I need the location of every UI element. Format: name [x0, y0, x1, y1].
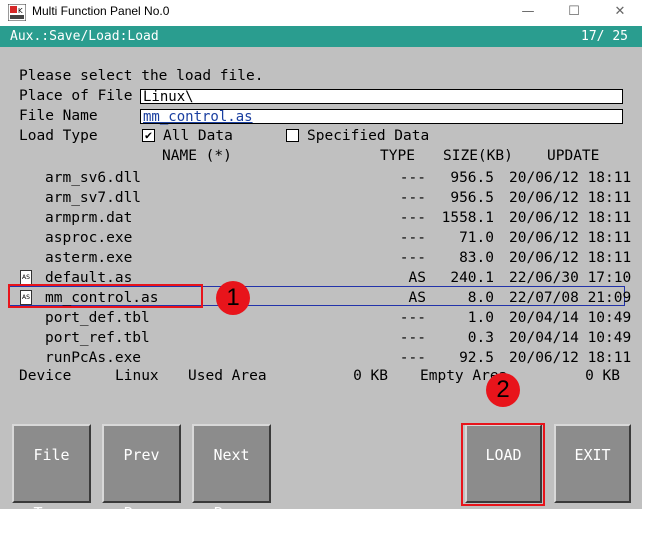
- file-row[interactable]: port_ref.tbl --- 0.3 20/04/14 10:49: [12, 328, 631, 348]
- file-size-cell: 8.0: [467, 290, 494, 306]
- file-type-cell: ---: [399, 250, 426, 266]
- device-value: Linux: [115, 368, 159, 384]
- all-data-label: All Data: [163, 128, 233, 144]
- file-update-cell: 20/04/14 10:49: [509, 330, 632, 346]
- svg-text:K: K: [18, 7, 23, 15]
- file-size-cell: 0.3: [467, 330, 494, 346]
- file-update-cell: 20/06/12 18:11: [509, 250, 632, 266]
- file-name-cell: port_def.tbl: [45, 310, 150, 326]
- file-update-cell: 22/07/08 21:09: [509, 290, 632, 306]
- step2-highlight-box: [461, 423, 545, 506]
- file-size-cell: 92.5: [459, 350, 494, 366]
- place-of-file-label: Place of File: [19, 88, 133, 104]
- file-type-button[interactable]: File Type: [12, 424, 91, 522]
- file-type-cell: ---: [399, 190, 426, 206]
- file-name-cell: arm_sv6.dll: [45, 170, 142, 186]
- file-update-cell: 20/06/12 18:11: [509, 230, 632, 246]
- minimize-button[interactable]: —: [505, 0, 551, 26]
- file-row[interactable]: arm_sv6.dll --- 956.5 20/06/12 18:11: [12, 168, 631, 188]
- file-size-cell: 956.5: [450, 170, 494, 186]
- maximize-button[interactable]: ☐: [551, 0, 597, 26]
- file-row[interactable]: asterm.exe --- 83.0 20/06/12 18:11: [12, 248, 631, 268]
- file-name-field[interactable]: mm_control.as: [140, 109, 623, 125]
- file-name-cell: asterm.exe: [45, 250, 133, 266]
- prompt-text: Please select the load file.: [19, 68, 264, 84]
- step1-badge: 1: [216, 281, 250, 315]
- all-data-checkbox[interactable]: ✔: [142, 129, 155, 142]
- file-size-cell: 71.0: [459, 230, 494, 246]
- menu-path: Aux.:Save/Load:Load: [10, 29, 159, 44]
- file-type-cell: ---: [399, 350, 426, 366]
- file-type-cell: AS: [408, 290, 426, 306]
- empty-area-value: 0 KB: [585, 368, 620, 384]
- status-bar: Aux.:Save/Load:Load 17/ 25: [0, 26, 642, 47]
- page-indicator: 17/ 25: [581, 29, 628, 44]
- column-header-update[interactable]: UPDATE: [547, 147, 599, 165]
- column-header-size[interactable]: SIZE(KB): [443, 147, 513, 165]
- title-bar: K Multi Function Panel No.0 — ☐ ✕: [0, 0, 646, 26]
- place-of-file-field[interactable]: Linux\: [140, 89, 623, 105]
- close-button[interactable]: ✕: [597, 0, 643, 26]
- file-size-cell: 1.0: [467, 310, 494, 326]
- file-update-cell: 20/06/12 18:11: [509, 210, 632, 226]
- used-area-value: 0 KB: [353, 368, 388, 384]
- file-update-cell: 20/06/12 18:11: [509, 350, 632, 366]
- file-type-cell: ---: [399, 210, 426, 226]
- step1-highlight-box: [8, 284, 203, 308]
- file-size-cell: 240.1: [450, 270, 494, 286]
- file-name-cell: port_ref.tbl: [45, 330, 150, 346]
- file-update-cell: 20/04/14 10:49: [509, 310, 632, 326]
- window-title: Multi Function Panel No.0: [32, 4, 170, 18]
- specified-data-checkbox[interactable]: [286, 129, 299, 142]
- load-type-label: Load Type: [19, 128, 98, 144]
- file-row[interactable]: port_def.tbl --- 1.0 20/04/14 10:49: [12, 308, 631, 328]
- column-header-name[interactable]: NAME (*): [162, 147, 232, 165]
- exit-button[interactable]: EXIT: [554, 424, 631, 503]
- file-row[interactable]: armprm.dat --- 1558.1 20/06/12 18:11: [12, 208, 631, 228]
- file-type-cell: ---: [399, 330, 426, 346]
- prev-page-button[interactable]: Prev Page: [102, 424, 181, 522]
- file-type-cell: ---: [399, 230, 426, 246]
- file-name-label: File Name: [19, 108, 98, 124]
- column-header-type[interactable]: TYPE: [380, 147, 415, 165]
- app-icon: K: [8, 4, 26, 21]
- device-label: Device: [19, 368, 72, 384]
- specified-data-label: Specified Data: [307, 128, 430, 144]
- file-row[interactable]: arm_sv7.dll --- 956.5 20/06/12 18:11: [12, 188, 631, 208]
- file-name-cell: asproc.exe: [45, 230, 133, 246]
- file-update-cell: 20/06/12 18:11: [509, 190, 632, 206]
- file-row[interactable]: asproc.exe --- 71.0 20/06/12 18:11: [12, 228, 631, 248]
- file-size-cell: 956.5: [450, 190, 494, 206]
- file-type-cell: ---: [399, 170, 426, 186]
- file-name-cell: runPcAs.exe: [45, 350, 142, 366]
- file-update-cell: 20/06/12 18:11: [509, 170, 632, 186]
- used-area-label: Used Area: [188, 368, 267, 384]
- file-size-cell: 83.0: [459, 250, 494, 266]
- as-file-icon: AS: [20, 270, 32, 285]
- file-type-cell: ---: [399, 310, 426, 326]
- file-name-cell: armprm.dat: [45, 210, 133, 226]
- file-name-cell: arm_sv7.dll: [45, 190, 142, 206]
- file-update-cell: 22/06/30 17:10: [509, 270, 632, 286]
- next-page-button[interactable]: Next Page: [192, 424, 271, 522]
- file-size-cell: 1558.1: [441, 210, 494, 226]
- step2-badge: 2: [486, 373, 520, 407]
- file-row[interactable]: runPcAs.exe --- 92.5 20/06/12 18:11: [12, 348, 631, 368]
- file-type-cell: AS: [408, 270, 426, 286]
